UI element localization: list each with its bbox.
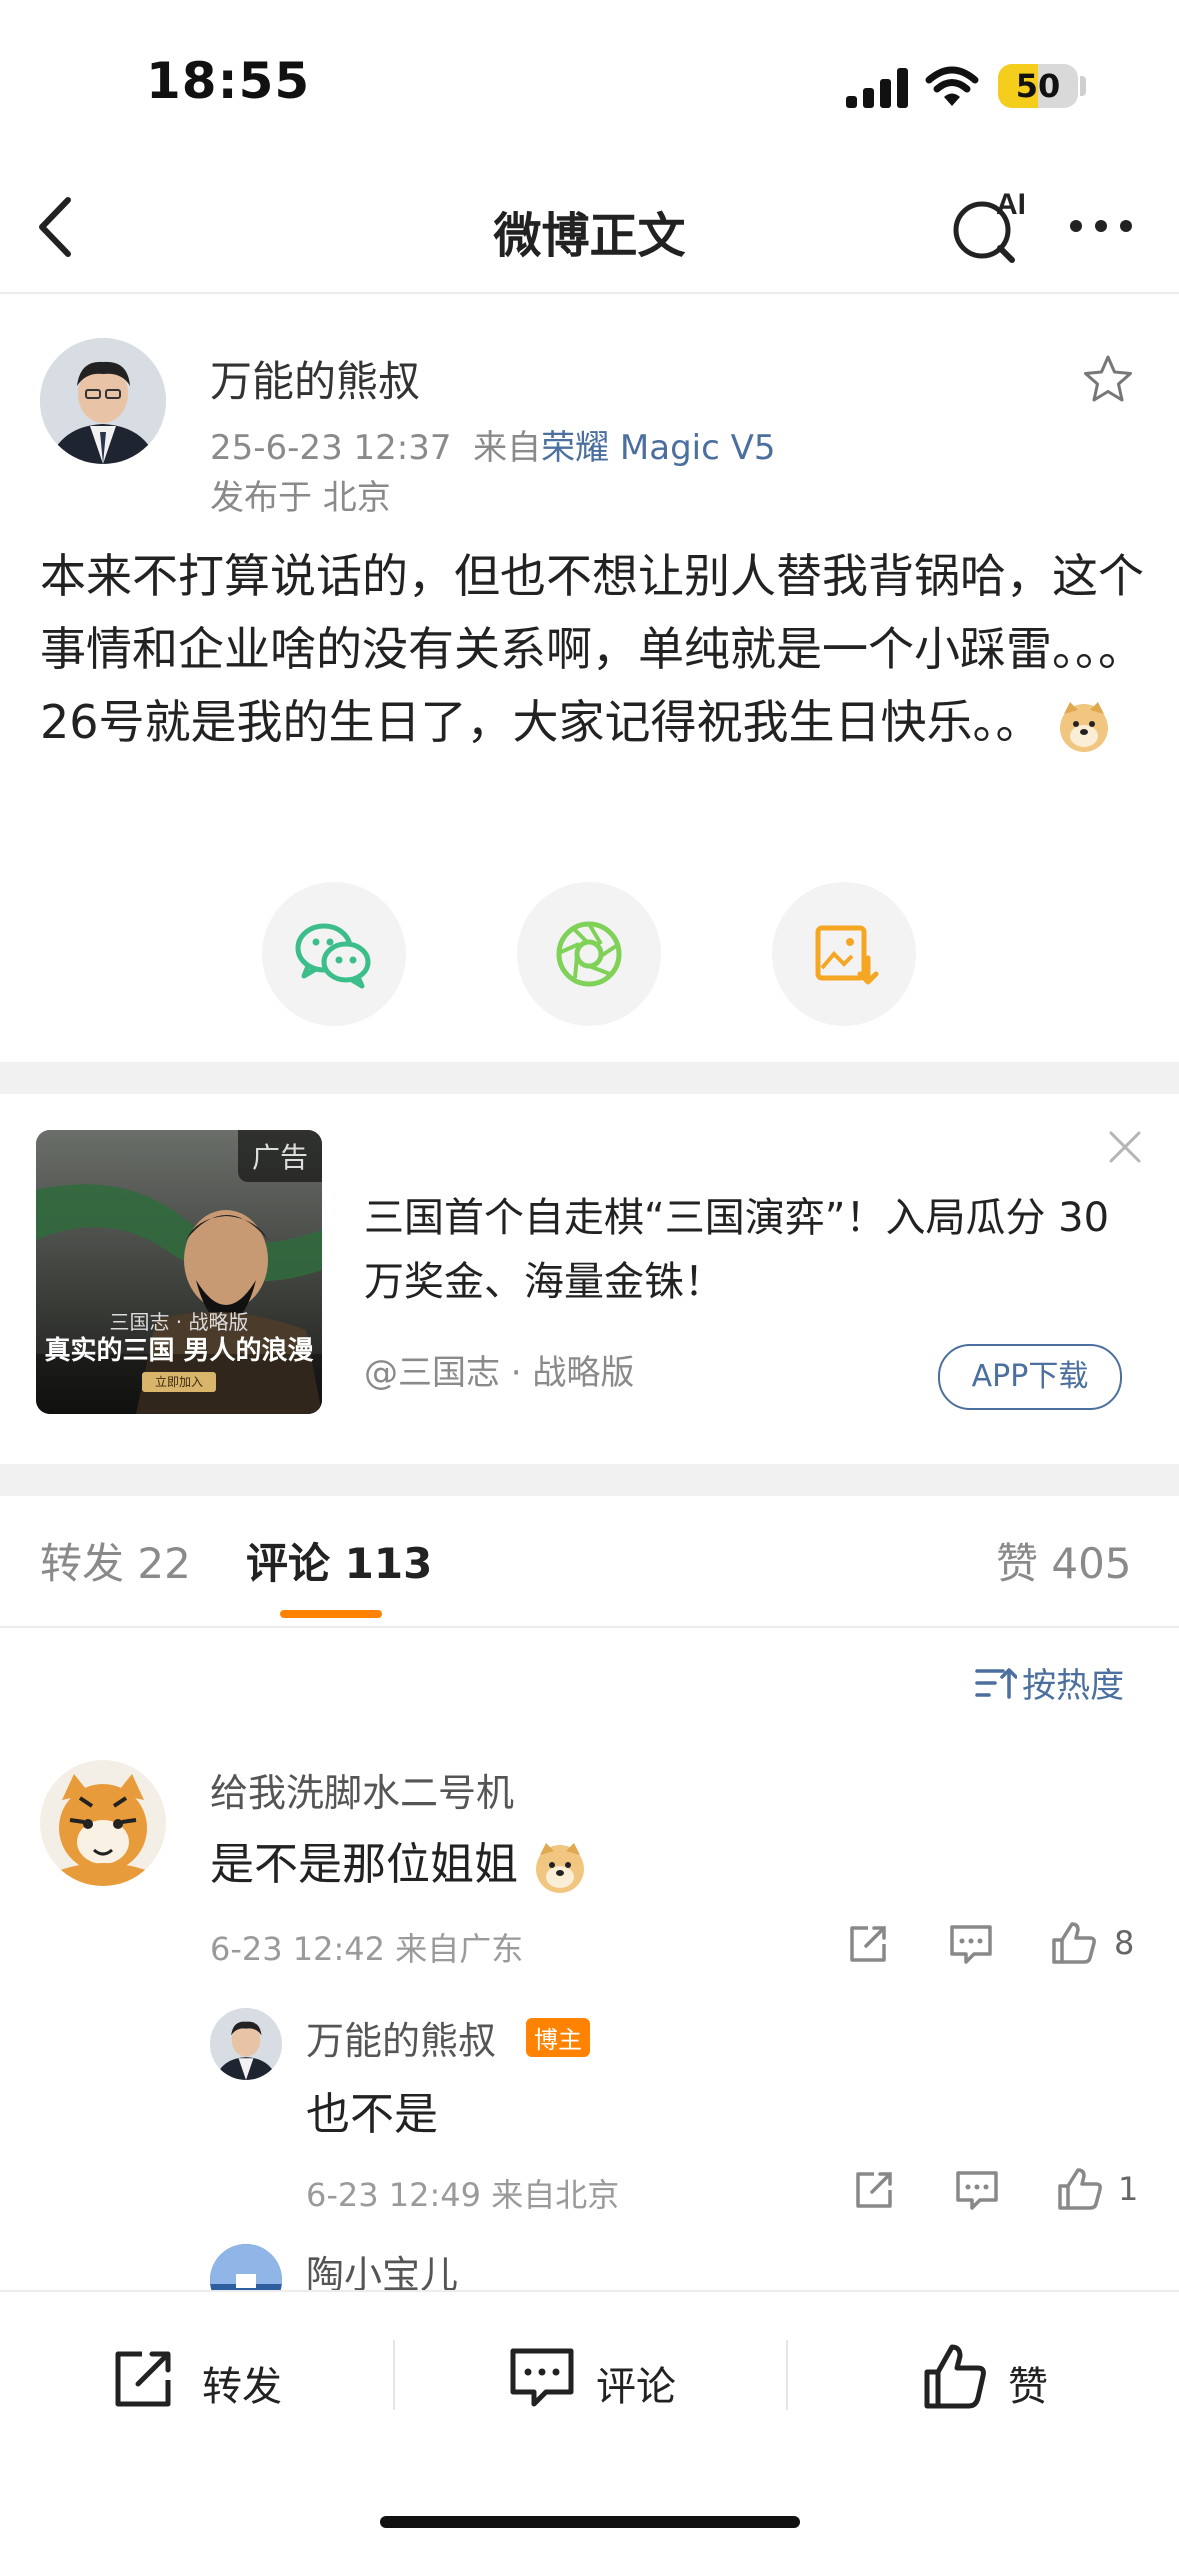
wifi-icon (925, 66, 979, 106)
nav-divider (0, 292, 1179, 294)
ad-thumb-title: 真实的三国 男人的浪漫 (44, 1336, 314, 1366)
favorite-star-icon[interactable] (1082, 354, 1134, 404)
author-name[interactable]: 万能的熊叔 (210, 348, 420, 409)
comment-repost-icon[interactable] (846, 1922, 890, 1966)
close-ad-icon[interactable] (1108, 1130, 1142, 1164)
commenter-name[interactable]: 给我洗脚水二号机 (210, 1762, 514, 1817)
comment-text: 是不是那位姐姐 (210, 1828, 588, 1895)
post-timestamp: 25-6-23 12:37 (210, 428, 452, 468)
comment-body: 是不是那位姐姐 (210, 1839, 518, 1890)
ad-thumbnail[interactable]: 三国志 · 战略版 真实的三国 男人的浪漫 立即加入 广告 (36, 1130, 322, 1414)
ad-headline[interactable]: 三国首个自走棋“三国演弈”！入局瓜分 30 万奖金、海量金铢！ (364, 1186, 1124, 1314)
post-location: 发布于 北京 (210, 478, 391, 518)
repost-button[interactable]: 转发 (112, 2344, 312, 2414)
wechat-icon (295, 923, 371, 989)
post-text: 本来不打算说话的，但也不想让别人替我背锅哈，这个事情和企业啥的没有关系啊，单纯就… (40, 549, 1144, 749)
author-badge: 博主 (526, 2018, 590, 2057)
tab-repost[interactable]: 转发 22 (40, 1530, 191, 1591)
save-image-button[interactable] (772, 882, 916, 1026)
bottom-separator (786, 2340, 788, 2410)
section-separator (0, 1062, 1179, 1094)
reply-text: 也不是 (306, 2089, 438, 2140)
sort-label: 按热度 (1022, 1666, 1125, 1706)
doge-emoji-icon (536, 1843, 584, 1893)
comment-like-count: 8 (1114, 1924, 1135, 1962)
author-avatar[interactable] (40, 338, 166, 464)
like-icon (924, 2344, 986, 2409)
reply-avatar[interactable] (210, 2008, 282, 2080)
battery-nub (1080, 76, 1086, 96)
active-tab-indicator (280, 1610, 382, 1618)
reply-reply-icon[interactable] (954, 2168, 1000, 2212)
svg-text:AI: AI (996, 188, 1026, 221)
comment-button[interactable]: 评论 (508, 2344, 708, 2414)
ai-search-icon[interactable]: AI (950, 188, 1030, 264)
more-icon[interactable] (1066, 216, 1136, 236)
sort-button[interactable]: 按热度 (975, 1658, 1124, 1707)
section-separator (0, 1464, 1179, 1496)
home-indicator (380, 2516, 800, 2528)
reply-repost-icon[interactable] (852, 2168, 896, 2212)
battery-indicator: 50 (998, 64, 1078, 108)
ad-source: @三国志 · 战略版 (364, 1353, 635, 1393)
comment-reply-icon[interactable] (948, 1922, 994, 1966)
comment-meta: 6-23 12:42 来自广东 (210, 1930, 524, 1968)
share-wechat-button[interactable] (262, 882, 406, 1026)
like-button[interactable]: 赞 (922, 2340, 1082, 2416)
repost-icon (115, 2351, 171, 2407)
tab-likes[interactable]: 赞 405 (996, 1530, 1132, 1591)
post-meta: 25-6-23 12:37 来自荣耀 Magic V5 (210, 420, 776, 469)
reply-meta: 6-23 12:49 来自北京 (306, 2176, 620, 2214)
reply-like-icon[interactable] (1056, 2166, 1104, 2212)
reply-name[interactable]: 万能的熊叔 (306, 2010, 496, 2065)
post-content: 本来不打算说话的，但也不想让别人替我背锅哈，这个事情和企业啥的没有关系啊，单纯就… (40, 540, 1150, 759)
comment-icon (510, 2348, 574, 2407)
from-label: 来自 (473, 428, 542, 468)
comment-label: 评论 (596, 2364, 676, 2410)
sort-icon (975, 1667, 1018, 1699)
reply-like-count: 1 (1118, 2170, 1139, 2208)
app-download-button[interactable]: APP下载 (938, 1344, 1122, 1410)
device-link[interactable]: 荣耀 Magic V5 (541, 428, 775, 468)
commenter-avatar[interactable] (40, 1760, 166, 1886)
cellular-signal-icon (846, 68, 908, 108)
ad-thumb-button: 立即加入 (142, 1372, 216, 1392)
share-moments-button[interactable] (517, 882, 661, 1026)
tabs-divider (0, 1626, 1179, 1628)
comment-like-icon[interactable] (1050, 1920, 1098, 1966)
repost-label: 转发 (202, 2364, 282, 2410)
doge-emoji-icon (1060, 701, 1109, 752)
save-image-icon (815, 925, 879, 985)
bottom-separator (393, 2340, 395, 2410)
moments-icon (556, 921, 622, 987)
status-time: 18:55 (146, 52, 311, 110)
like-label: 赞 (1008, 2364, 1048, 2410)
tab-comments[interactable]: 评论 113 (246, 1530, 432, 1591)
ad-tag: 广告 (237, 1130, 322, 1182)
